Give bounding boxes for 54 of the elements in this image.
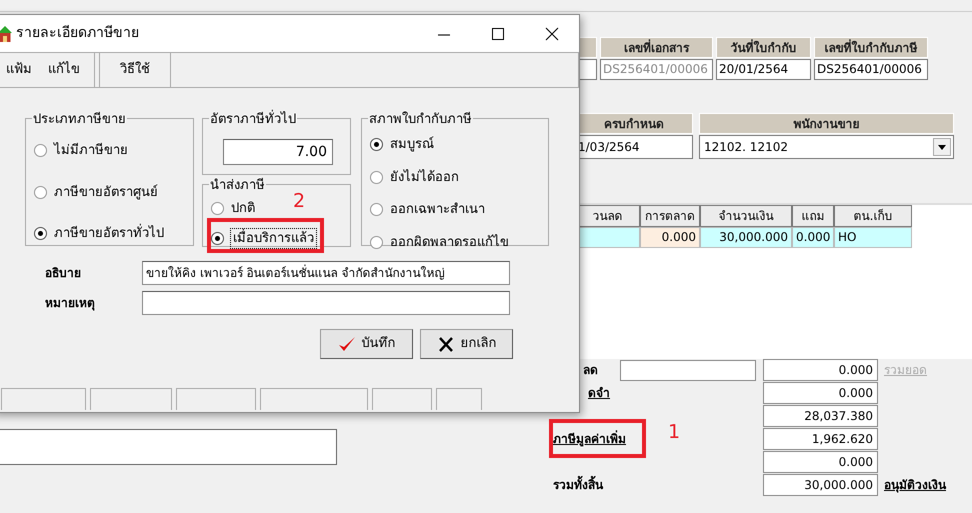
column-header: แถม <box>792 205 834 227</box>
table-cell: 0.000 <box>792 227 834 248</box>
close-icon <box>436 336 454 352</box>
cancel-button[interactable]: ยกเลิก <box>420 329 513 359</box>
salesperson-dropdown[interactable]: 12102. 12102 <box>699 135 954 159</box>
table-cell: 30,000.000 <box>700 227 792 248</box>
field-label: ลด <box>583 363 598 377</box>
note-field[interactable] <box>142 291 510 315</box>
amount-field: 28,037.380 <box>763 405 878 427</box>
memo-field[interactable] <box>0 429 337 465</box>
field-label: เลขที่ใบกำกับภาษี <box>814 37 928 58</box>
amount-field: 30,000.000 <box>763 474 878 496</box>
radio-option[interactable]: เมื่อบริการแล้ว <box>211 228 342 248</box>
description-field[interactable]: ขายให้คิง เพาเวอร์ อินเตอร์เนชั่นแนล จำกัดสำนักงานใหญ่ <box>142 261 510 285</box>
field-label: พนักงานขาย <box>699 113 954 134</box>
check-icon <box>338 336 356 352</box>
menu-item[interactable]: วิธีใช้ <box>120 60 150 80</box>
radio-option[interactable]: สมบูรณ์ <box>370 135 540 154</box>
menu-item[interactable]: แก้ไข <box>48 60 80 80</box>
radio-option[interactable]: ออกเฉพาะสำเนา <box>370 200 540 220</box>
field-link[interactable]: ดจำ <box>588 386 610 400</box>
text-field[interactable]: 20/01/2564 <box>716 59 811 80</box>
field-label: เลขที่เอกสาร <box>600 37 713 58</box>
table-cell: HO <box>834 227 912 248</box>
field-link[interactable]: ภาษีมูลค่าเพิ่ม <box>553 432 626 446</box>
radio-option[interactable]: ยังไม่ได้ออก <box>370 168 540 187</box>
action-link[interactable]: อนุมัติวงเงิน <box>878 476 946 494</box>
rate-field[interactable]: 7.00 <box>223 139 333 165</box>
radio-option[interactable]: ไม่มีภาษีขาย <box>34 141 185 160</box>
text-field[interactable] <box>620 360 756 380</box>
radio-option[interactable]: ภาษีขายอัตราศูนย์ <box>34 182 185 202</box>
radio-option[interactable]: ออกผิดพลาดรอแก้ไข <box>370 232 540 252</box>
radio-option[interactable]: ภาษีขายอัตราทั่วไป <box>34 224 185 244</box>
table-cell: 0.000 <box>640 227 700 248</box>
annotation-number: 2 <box>293 192 306 211</box>
amount-field: 1,962.620 <box>763 428 878 450</box>
text-field[interactable]: DS256401/00006 <box>814 59 928 80</box>
status-panel <box>372 388 432 410</box>
window-title: รายละเอียดภาษีขาย <box>16 24 139 43</box>
menu-item[interactable]: แฟ้ม <box>6 60 32 80</box>
status-panel <box>436 388 482 410</box>
field-label: หมายเหตุ <box>45 295 96 312</box>
field-label: รวมทั้งสิ้น <box>553 478 603 492</box>
amount-field: 0.000 <box>763 451 878 473</box>
app-icon <box>0 24 13 43</box>
field-label: วันที่ใบกำกับ <box>716 37 811 58</box>
amount-field: 0.000 <box>763 359 878 381</box>
column-header: การตลาด <box>640 205 700 227</box>
column-header: ตน.เก็บ <box>834 205 912 227</box>
column-header: จำนวนเงิน <box>700 205 792 227</box>
save-button[interactable]: บันทึก <box>320 329 413 359</box>
annotation-number: 1 <box>668 423 680 442</box>
amount-field: 0.000 <box>763 382 878 404</box>
field-label: อธิบาย <box>45 265 82 282</box>
